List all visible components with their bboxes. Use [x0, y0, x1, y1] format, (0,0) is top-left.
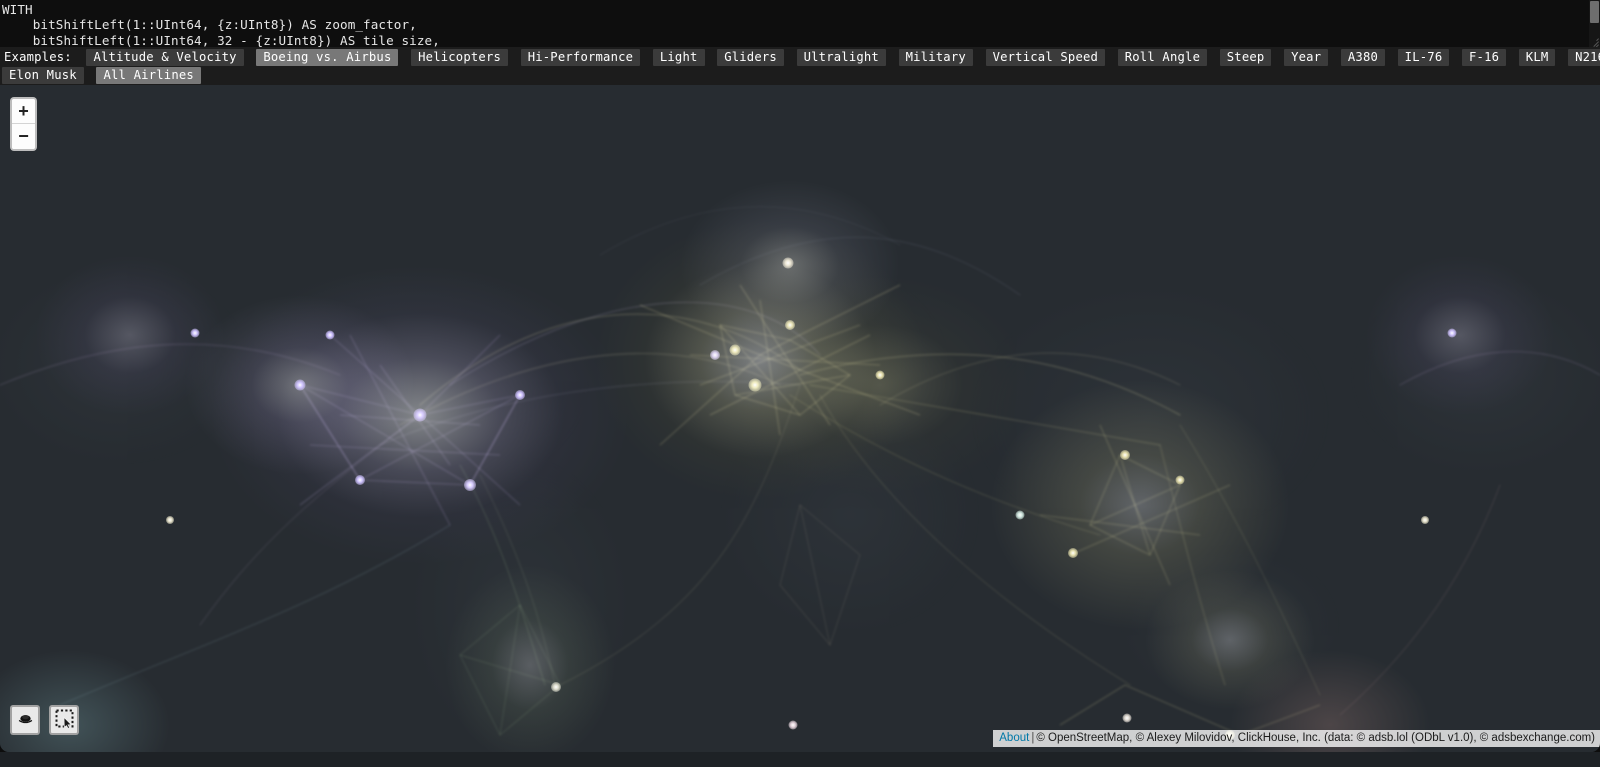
example-button-n2163j[interactable]: N2163J: [1568, 49, 1600, 66]
sql-editor-scrollbar-thumb[interactable]: [1590, 1, 1599, 23]
map-tool-group: [10, 705, 79, 735]
page-bottom-edge: [0, 752, 1600, 767]
sql-editor-resize-handle[interactable]: [1586, 33, 1600, 47]
map-zoom-control[interactable]: + −: [10, 97, 37, 151]
example-button-klm[interactable]: KLM: [1518, 49, 1556, 66]
example-button-vertical-speed[interactable]: Vertical Speed: [985, 49, 1106, 66]
area-select-button[interactable]: [49, 705, 79, 735]
example-button-altitude-velocity[interactable]: Altitude & Velocity: [86, 49, 244, 66]
examples-label: Examples:: [4, 50, 72, 64]
layers-icon: [17, 712, 34, 728]
zoom-in-button[interactable]: +: [12, 99, 35, 124]
example-button-roll-angle[interactable]: Roll Angle: [1117, 49, 1208, 66]
example-button-light[interactable]: Light: [652, 49, 705, 66]
zoom-out-button[interactable]: −: [12, 124, 35, 149]
example-button-f-16[interactable]: F-16: [1462, 49, 1507, 66]
map-attribution: About | © OpenStreetMap, © Alexey Milovido…: [993, 730, 1600, 747]
example-button-elon-musk[interactable]: Elon Musk: [2, 67, 84, 84]
app-window: WITH bitShiftLeft(1::UInt64, {z:UInt8}) …: [0, 0, 1600, 767]
examples-row-2: Elon Musk All Airlines: [2, 67, 1600, 84]
example-button-boeing-vs-airbus[interactable]: Boeing vs. Airbus: [256, 49, 399, 66]
example-button-ultralight[interactable]: Ultralight: [796, 49, 886, 66]
example-button-military[interactable]: Military: [898, 49, 973, 66]
example-button-all-airlines[interactable]: All Airlines: [96, 67, 201, 84]
layers-button[interactable]: [10, 705, 40, 735]
attribution-text: © OpenStreetMap, © Alexey Milovidov, Cli…: [1036, 732, 1595, 744]
example-button-a380[interactable]: A380: [1340, 49, 1386, 66]
example-button-il-76[interactable]: IL-76: [1397, 49, 1450, 66]
about-link[interactable]: About: [999, 732, 1029, 744]
example-button-hi-performance[interactable]: Hi-Performance: [520, 49, 641, 66]
map-tile-canvas[interactable]: [0, 85, 1600, 752]
sql-query-editor[interactable]: WITH bitShiftLeft(1::UInt64, {z:UInt8}) …: [0, 0, 1600, 47]
example-button-year[interactable]: Year: [1284, 49, 1329, 66]
flight-map[interactable]: + − About | © OpenStreetMap, © Alexey Mi…: [0, 85, 1600, 752]
example-button-gliders[interactable]: Gliders: [717, 49, 784, 66]
examples-row-1: Examples: Altitude & Velocity Boeing vs.…: [2, 49, 1600, 66]
example-button-helicopters[interactable]: Helicopters: [411, 49, 509, 66]
area-select-icon: [55, 709, 74, 731]
example-button-steep[interactable]: Steep: [1219, 49, 1272, 66]
examples-toolbar: Examples: Altitude & Velocity Boeing vs.…: [0, 47, 1600, 85]
sql-query-text[interactable]: WITH bitShiftLeft(1::UInt64, {z:UInt8}) …: [0, 0, 1600, 47]
